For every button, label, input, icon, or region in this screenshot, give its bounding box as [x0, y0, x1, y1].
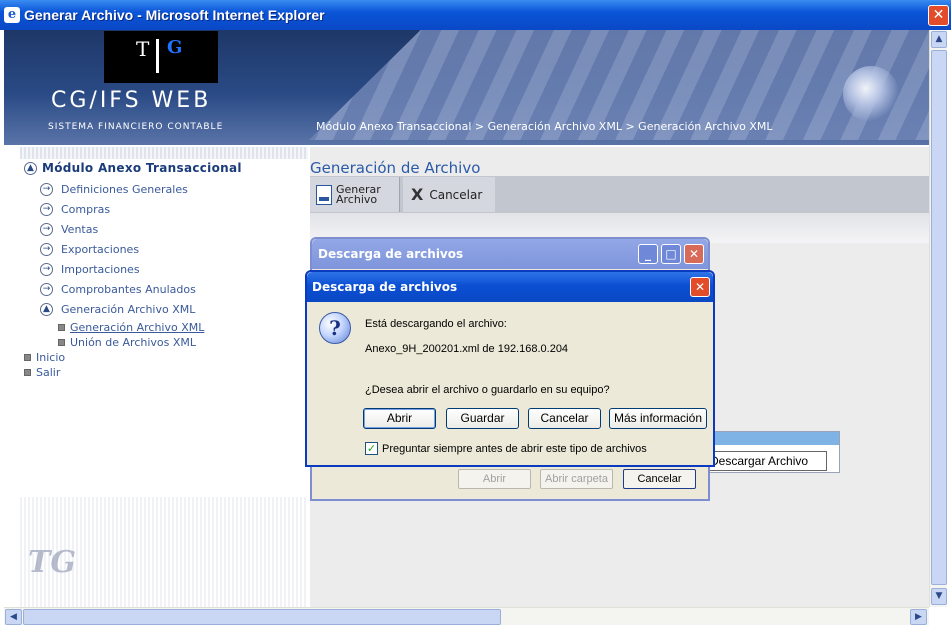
- close-icon[interactable]: ✕: [684, 244, 704, 264]
- arrow-right-icon: →: [40, 263, 53, 276]
- arrow-right-icon: →: [40, 223, 53, 236]
- download-file-button[interactable]: Descargar Archivo: [707, 451, 827, 471]
- download-panel: Descargar Archivo: [706, 431, 840, 473]
- toolbar: Generar Archivo X Cancelar: [310, 176, 929, 213]
- sidebar-item-ventas[interactable]: → Ventas: [40, 223, 98, 236]
- sidebar-header[interactable]: ▲ Módulo Anexo Transaccional: [24, 161, 242, 175]
- sidebar-subitem-generacion[interactable]: Generación Archivo XML: [58, 321, 204, 334]
- maximize-icon[interactable]: □: [661, 244, 681, 264]
- arrow-right-icon: →: [40, 203, 53, 216]
- sidebar-item-compras[interactable]: → Compras: [40, 203, 110, 216]
- sidebar-item-generacion-xml[interactable]: ▲ Generación Archivo XML: [40, 303, 195, 316]
- dialog-title: Descarga de archivos: [312, 280, 458, 294]
- horizontal-scrollbar[interactable]: ◀ ▶: [4, 607, 929, 625]
- x-icon: X: [411, 185, 424, 204]
- checkmark-icon[interactable]: ✓: [365, 442, 378, 455]
- generate-file-button[interactable]: Generar Archivo: [310, 177, 400, 212]
- scroll-down-icon[interactable]: ▼: [931, 588, 947, 605]
- globe-icon: [843, 66, 899, 122]
- download-dialog: Descarga de archivos ✕ ? Está descargand…: [305, 270, 715, 467]
- title-bar: e Generar Archivo - Microsoft Internet E…: [0, 0, 951, 30]
- arrow-right-icon: →: [40, 183, 53, 196]
- sidebar-item-salir[interactable]: Salir: [24, 366, 60, 379]
- scroll-left-icon[interactable]: ◀: [5, 609, 22, 625]
- app-name: CG/IFS WEB: [51, 88, 212, 113]
- vertical-scrollbar[interactable]: ▲ ▼: [929, 30, 947, 607]
- sidebar-item-importaciones[interactable]: → Importaciones: [40, 263, 140, 276]
- sidebar-item-inicio[interactable]: Inicio: [24, 351, 65, 364]
- app-banner: T G CG/IFS WEB SISTEMA FINANCIERO CONTAB…: [4, 30, 929, 145]
- question-icon: ?: [319, 312, 351, 344]
- save-file-icon: [316, 184, 332, 205]
- sidebar-item-definiciones[interactable]: → Definiciones Generales: [40, 183, 188, 196]
- bullet-icon: [24, 354, 31, 361]
- dialog-close-button[interactable]: ✕: [690, 277, 710, 297]
- download-question: ¿Desea abrir el archivo o guardarlo en s…: [365, 384, 610, 396]
- page-title: Generación de Archivo: [310, 159, 481, 177]
- app-subtitle: SISTEMA FINANCIERO CONTABLE: [48, 122, 224, 132]
- collapse-icon: ▲: [40, 303, 53, 316]
- minimize-icon[interactable]: _: [638, 244, 658, 264]
- cancel-button[interactable]: Cancelar: [623, 469, 696, 489]
- bullet-icon: [58, 324, 65, 331]
- dialog-title: Descarga de archivos: [318, 247, 464, 261]
- ie-icon: e: [4, 7, 20, 23]
- open-button[interactable]: Abrir: [363, 408, 436, 429]
- scroll-thumb[interactable]: [931, 50, 947, 585]
- collapse-icon: ▲: [24, 161, 37, 175]
- open-folder-button-disabled: Abrir carpeta: [540, 469, 613, 489]
- save-button[interactable]: Guardar: [446, 408, 519, 429]
- tg-watermark: TG: [28, 545, 76, 580]
- window-title: Generar Archivo - Microsoft Internet Exp…: [24, 7, 325, 23]
- arrow-right-icon: →: [40, 243, 53, 256]
- scroll-thumb[interactable]: [23, 609, 501, 625]
- file-name: Anexo_9H_200201.xml de 192.168.0.204: [365, 343, 569, 355]
- open-button-disabled: Abrir: [458, 469, 531, 489]
- sidebar: ▲ Módulo Anexo Transaccional → Definicion…: [20, 147, 308, 607]
- browser-window: e Generar Archivo - Microsoft Internet E…: [0, 0, 951, 627]
- more-info-button[interactable]: Más información: [609, 408, 707, 429]
- sidebar-item-exportaciones[interactable]: → Exportaciones: [40, 243, 139, 256]
- arrow-right-icon: →: [40, 283, 53, 296]
- cancel-toolbar-button[interactable]: X Cancelar: [403, 177, 495, 212]
- scroll-right-icon[interactable]: ▶: [910, 609, 927, 625]
- bullet-icon: [24, 369, 31, 376]
- scroll-up-icon[interactable]: ▲: [931, 31, 947, 48]
- download-message: Está descargando el archivo:: [365, 318, 507, 330]
- sidebar-subitem-union[interactable]: Unión de Archivos XML: [58, 336, 196, 349]
- sidebar-item-comprobantes[interactable]: → Comprobantes Anulados: [40, 283, 196, 296]
- cancel-button[interactable]: Cancelar: [528, 408, 601, 429]
- tg-logo: T G: [104, 31, 218, 83]
- breadcrumb: Módulo Anexo Transaccional > Generación …: [316, 120, 773, 133]
- window-close-button[interactable]: ✕: [928, 5, 949, 26]
- always-ask-checkbox[interactable]: ✓ Preguntar siempre antes de abrir este …: [365, 442, 647, 455]
- bullet-icon: [58, 339, 65, 346]
